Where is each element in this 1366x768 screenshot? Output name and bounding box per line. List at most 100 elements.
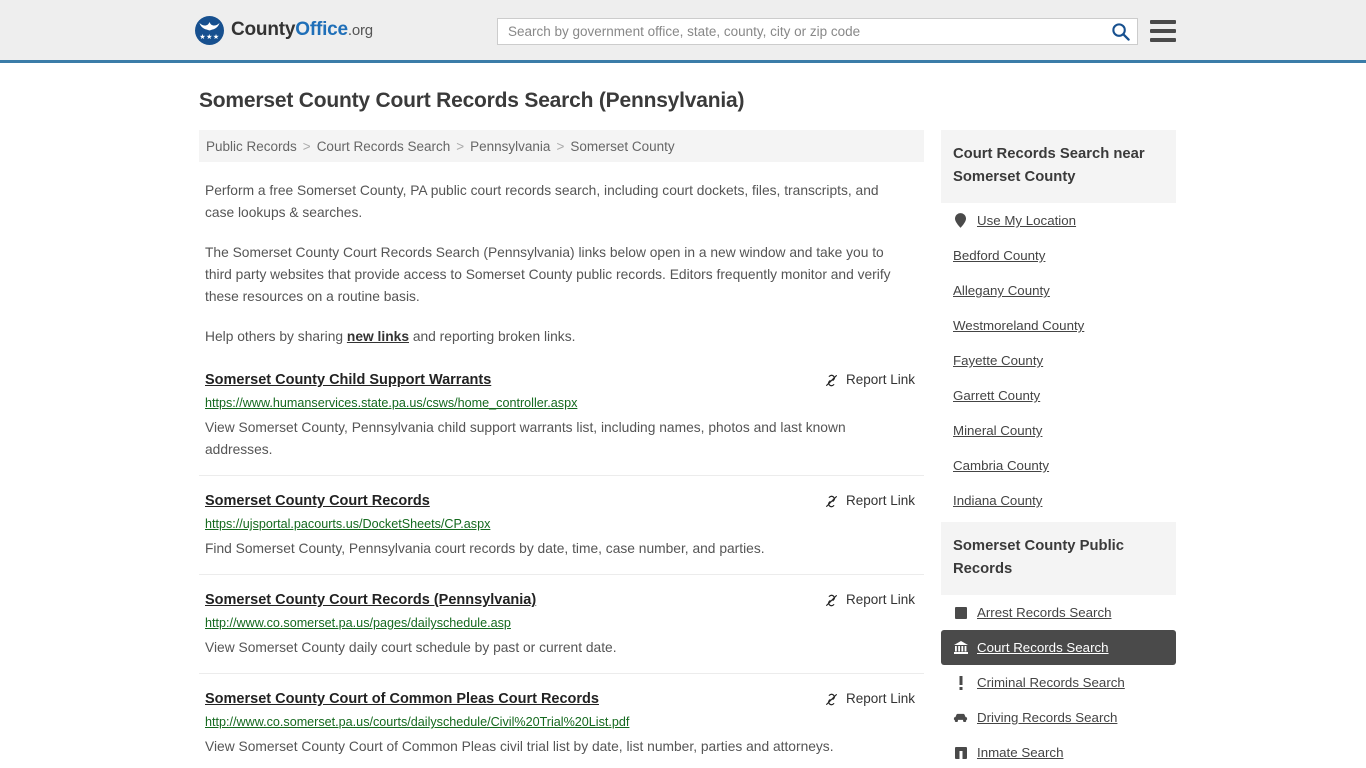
hamburger-bar bbox=[1150, 20, 1176, 24]
breadcrumb-item-court-records-search[interactable]: Court Records Search bbox=[317, 139, 451, 154]
intro-p3-before: Help others by sharing bbox=[205, 329, 347, 344]
sidebar-item-mineral-county[interactable]: Mineral County bbox=[941, 413, 1176, 448]
sidebar-item-garrett-county[interactable]: Garrett County bbox=[941, 378, 1176, 413]
search-input[interactable] bbox=[498, 24, 1103, 39]
eagle-badge-icon: ★★★ bbox=[195, 15, 224, 45]
sidebar-item-bedford-county[interactable]: Bedford County bbox=[941, 238, 1176, 273]
sidebar-link[interactable]: Use My Location bbox=[977, 213, 1076, 228]
logo-text-org: .org bbox=[347, 22, 373, 39]
content-columns: Public Records > Court Records Search > … bbox=[0, 130, 1366, 768]
search-button[interactable] bbox=[1103, 19, 1137, 44]
result-description: View Somerset County, Pennsylvania child… bbox=[205, 420, 846, 457]
report-link-label: Report Link bbox=[845, 493, 915, 508]
nearby-counties-box: Court Records Search near Somerset Count… bbox=[941, 130, 1176, 518]
intro-paragraph-1: Perform a free Somerset County, PA publi… bbox=[205, 183, 879, 220]
breadcrumb-item-public-records[interactable]: Public Records bbox=[206, 139, 297, 154]
report-link-label: Report Link bbox=[845, 691, 915, 706]
search-bar[interactable] bbox=[497, 18, 1138, 45]
breadcrumb-separator: > bbox=[302, 138, 311, 154]
sidebar-item-arrest-records-search[interactable]: Arrest Records Search bbox=[941, 595, 1176, 630]
map-pin-icon bbox=[953, 213, 968, 228]
sidebar-item-indiana-county[interactable]: Indiana County bbox=[941, 483, 1176, 518]
intro-text: Perform a free Somerset County, PA publi… bbox=[199, 180, 924, 348]
result-url[interactable]: https://www.humanservices.state.pa.us/cs… bbox=[205, 396, 924, 411]
sidebar-item-driving-records-search[interactable]: Driving Records Search bbox=[941, 700, 1176, 735]
report-link-label: Report Link bbox=[845, 592, 915, 607]
result-item: Somerset County Court of Common Pleas Co… bbox=[199, 674, 924, 768]
report-link-button[interactable]: Report Link bbox=[824, 371, 924, 389]
sidebar-link[interactable]: Arrest Records Search bbox=[977, 605, 1112, 620]
result-title-link[interactable]: Somerset County Child Support Warrants bbox=[205, 371, 491, 389]
sidebar-item-use-my-location[interactable]: Use My Location bbox=[941, 203, 1176, 238]
sidebar-item-fayette-county[interactable]: Fayette County bbox=[941, 343, 1176, 378]
sidebar-link[interactable]: Mineral County bbox=[953, 423, 1042, 438]
sidebar-link[interactable]: Court Records Search bbox=[977, 640, 1109, 655]
public-records-box: Somerset County Public Records Arrest Re… bbox=[941, 522, 1176, 768]
hamburger-bar bbox=[1150, 29, 1176, 33]
site-header: ★★★ CountyOffice.org bbox=[0, 0, 1366, 63]
sidebar-item-inmate-search[interactable]: Inmate Search bbox=[941, 735, 1176, 768]
sidebar-link[interactable]: Bedford County bbox=[953, 248, 1045, 263]
intro-p3-after: and reporting broken links. bbox=[409, 329, 576, 344]
eagle-icon bbox=[199, 21, 220, 30]
nearby-counties-heading: Court Records Search near Somerset Count… bbox=[941, 130, 1176, 203]
results-list: Somerset County Child Support Warrants R… bbox=[199, 371, 924, 768]
search-icon bbox=[1111, 23, 1130, 41]
page-body: Somerset County Court Records Search (Pe… bbox=[0, 89, 1366, 768]
breadcrumb-separator: > bbox=[556, 138, 565, 154]
nearby-counties-list: Use My Location Bedford County Allegany … bbox=[941, 203, 1176, 518]
sidebar-item-westmoreland-county[interactable]: Westmoreland County bbox=[941, 308, 1176, 343]
sidebar-item-court-records-search[interactable]: Court Records Search bbox=[941, 630, 1176, 665]
sidebar-link[interactable]: Fayette County bbox=[953, 353, 1043, 368]
breadcrumb-item-pennsylvania[interactable]: Pennsylvania bbox=[470, 139, 550, 154]
result-url[interactable]: https://ujsportal.pacourts.us/DocketShee… bbox=[205, 517, 924, 532]
sidebar-item-cambria-county[interactable]: Cambria County bbox=[941, 448, 1176, 483]
broken-link-icon bbox=[825, 594, 837, 606]
sidebar-link[interactable]: Westmoreland County bbox=[953, 318, 1084, 333]
sidebar-item-criminal-records-search[interactable]: Criminal Records Search bbox=[941, 665, 1176, 700]
exclamation-icon bbox=[953, 675, 968, 690]
breadcrumb-item-somerset-county: Somerset County bbox=[570, 138, 675, 154]
report-link-button[interactable]: Report Link bbox=[824, 591, 924, 609]
new-links-link[interactable]: new links bbox=[347, 329, 409, 344]
stars-icon: ★★★ bbox=[199, 33, 220, 41]
sidebar-link[interactable]: Inmate Search bbox=[977, 745, 1063, 760]
result-header: Somerset County Child Support Warrants R… bbox=[205, 371, 924, 389]
result-url[interactable]: http://www.co.somerset.pa.us/pages/daily… bbox=[205, 616, 924, 631]
report-link-label: Report Link bbox=[845, 372, 915, 387]
public-records-list: Arrest Records Search Court Records Sear… bbox=[941, 595, 1176, 768]
result-title-link[interactable]: Somerset County Court Records bbox=[205, 492, 430, 510]
result-item: Somerset County Child Support Warrants R… bbox=[199, 371, 924, 476]
report-link-button[interactable]: Report Link bbox=[824, 690, 924, 708]
result-url[interactable]: http://www.co.somerset.pa.us/courts/dail… bbox=[205, 715, 924, 730]
logo-text-office: Office bbox=[295, 19, 348, 40]
logo-text: CountyOffice.org bbox=[231, 19, 373, 41]
result-description: View Somerset County Court of Common Ple… bbox=[205, 739, 834, 754]
logo-text-county: County bbox=[231, 19, 296, 40]
sidebar-link[interactable]: Allegany County bbox=[953, 283, 1050, 298]
site-logo[interactable]: ★★★ CountyOffice.org bbox=[195, 15, 373, 45]
result-title-link[interactable]: Somerset County Court of Common Pleas Co… bbox=[205, 690, 599, 708]
sidebar-link[interactable]: Cambria County bbox=[953, 458, 1049, 473]
result-header: Somerset County Court of Common Pleas Co… bbox=[205, 690, 924, 708]
car-icon bbox=[953, 713, 968, 723]
jail-icon bbox=[953, 746, 968, 759]
hamburger-bar bbox=[1150, 38, 1176, 42]
result-title-link[interactable]: Somerset County Court Records (Pennsylva… bbox=[205, 591, 536, 609]
breadcrumb-separator: > bbox=[456, 138, 465, 154]
sidebar-link[interactable]: Garrett County bbox=[953, 388, 1040, 403]
courthouse-icon bbox=[953, 641, 968, 654]
sidebar-link[interactable]: Indiana County bbox=[953, 493, 1042, 508]
sidebar-item-allegany-county[interactable]: Allegany County bbox=[941, 273, 1176, 308]
sidebar-link[interactable]: Criminal Records Search bbox=[977, 675, 1125, 690]
intro-paragraph-3: Help others by sharing new links and rep… bbox=[205, 326, 911, 348]
page-title: Somerset County Court Records Search (Pe… bbox=[199, 89, 745, 112]
broken-link-icon bbox=[825, 693, 837, 705]
public-records-heading: Somerset County Public Records bbox=[941, 522, 1176, 595]
broken-link-icon bbox=[825, 374, 837, 386]
hamburger-menu-icon[interactable] bbox=[1150, 20, 1176, 42]
report-link-button[interactable]: Report Link bbox=[824, 492, 924, 510]
result-header: Somerset County Court Records Report Lin… bbox=[205, 492, 924, 510]
sidebar-link[interactable]: Driving Records Search bbox=[977, 710, 1117, 725]
intro-paragraph-2: The Somerset County Court Records Search… bbox=[205, 245, 891, 304]
